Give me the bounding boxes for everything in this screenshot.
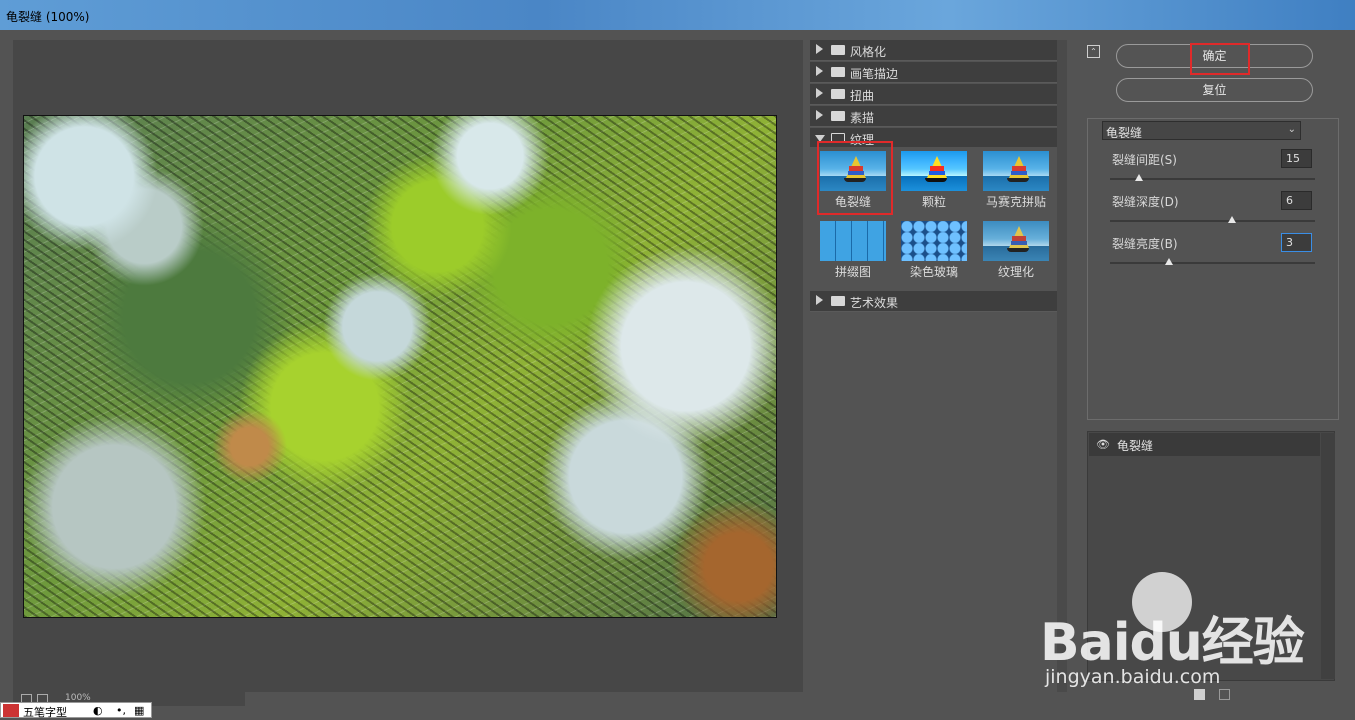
thumb-mosaic-tiles[interactable] (983, 151, 1049, 191)
thumb-label: 马赛克拼贴 (985, 195, 1046, 209)
baidu-watermark: Baidu经验 jingyan.baidu.com (1040, 570, 1340, 690)
thumb-stained-glass[interactable] (901, 221, 967, 261)
brightness-input[interactable]: 3 (1281, 233, 1312, 252)
category-artistic[interactable]: 艺术效果 (810, 291, 1057, 312)
category-label: 画笔描边 (850, 67, 899, 81)
thumb-texturizer[interactable] (983, 221, 1049, 261)
reset-button[interactable]: 复位 (1116, 78, 1313, 102)
selected-thumb-highlight (817, 141, 893, 215)
chevron-down-icon: ⌄ (1287, 124, 1296, 135)
filter-select-value: 龟裂缝 (1106, 126, 1143, 140)
thumb-grain[interactable] (901, 151, 967, 191)
new-effect-layer-icon[interactable] (1194, 689, 1205, 700)
brightness-slider-handle[interactable] (1165, 258, 1173, 265)
thumb-label: 纹理化 (997, 265, 1034, 279)
category-brush-strokes[interactable]: 画笔描边 (810, 62, 1057, 83)
category-label: 扭曲 (850, 89, 875, 103)
effect-layer-row[interactable]: 👁 龟裂缝 (1089, 433, 1320, 456)
collapse-gallery-icon[interactable]: ⌃ (1087, 45, 1100, 58)
window-title: 龟裂缝 (100%) (6, 10, 90, 24)
brightness-label: 裂缝亮度(B) (1112, 237, 1178, 251)
thumb-label: 颗粒 (921, 195, 946, 209)
category-label: 素描 (850, 111, 875, 125)
ime-punct-icon[interactable]: •, (116, 704, 126, 717)
watermark-url: jingyan.baidu.com (1045, 666, 1221, 688)
thumb-patchwork[interactable] (820, 221, 886, 261)
ime-toolbar[interactable]: 五笔字型 ◐ •, ▦ (0, 702, 152, 719)
thumb-label: 染色玻璃 (909, 265, 958, 279)
spacing-label: 裂缝间距(S) (1112, 153, 1177, 167)
delete-effect-layer-icon[interactable] (1219, 689, 1230, 700)
category-sketch[interactable]: 素描 (810, 106, 1057, 127)
thumb-label: 拼缀图 (834, 265, 871, 279)
effect-layer-name: 龟裂缝 (1117, 439, 1154, 453)
expand-arrow-icon (816, 110, 823, 120)
folder-icon (831, 296, 845, 306)
folder-icon (831, 45, 845, 55)
depth-slider-handle[interactable] (1228, 216, 1236, 223)
eye-icon[interactable]: 👁 (1096, 438, 1110, 451)
spacing-input[interactable]: 15 (1281, 149, 1312, 168)
expand-arrow-icon (816, 44, 823, 54)
watermark-brand: Baidu经验 (1040, 613, 1305, 673)
ime-moon-icon[interactable]: ◐ (93, 704, 103, 717)
folder-icon (831, 67, 845, 77)
folder-icon (831, 111, 845, 121)
expand-arrow-icon (816, 66, 823, 76)
category-label: 艺术效果 (850, 296, 899, 310)
filter-gallery: 风格化 画笔描边 扭曲 素描 纹理 龟裂缝 颗粒 马赛克拼贴 拼缀图 染色玻璃 … (810, 40, 1057, 692)
depth-input[interactable]: 6 (1281, 191, 1312, 210)
ime-keyboard-icon[interactable]: ▦ (134, 704, 144, 717)
ime-logo-icon (3, 704, 19, 717)
depth-label: 裂缝深度(D) (1112, 195, 1179, 209)
category-stylize[interactable]: 风格化 (810, 40, 1057, 61)
expand-arrow-icon (816, 295, 823, 305)
spacing-slider-handle[interactable] (1135, 174, 1143, 181)
folder-icon (831, 89, 845, 99)
brightness-slider-track[interactable] (1110, 262, 1315, 264)
filter-select[interactable]: 龟裂缝 ⌄ (1102, 121, 1301, 140)
title-bar: 龟裂缝 (100%) (0, 0, 1355, 30)
ok-button-highlight (1190, 43, 1250, 75)
preview-image[interactable] (23, 115, 777, 618)
depth-slider-track[interactable] (1110, 220, 1315, 222)
expand-arrow-icon (816, 88, 823, 98)
category-label: 风格化 (850, 45, 887, 59)
category-distort[interactable]: 扭曲 (810, 84, 1057, 105)
